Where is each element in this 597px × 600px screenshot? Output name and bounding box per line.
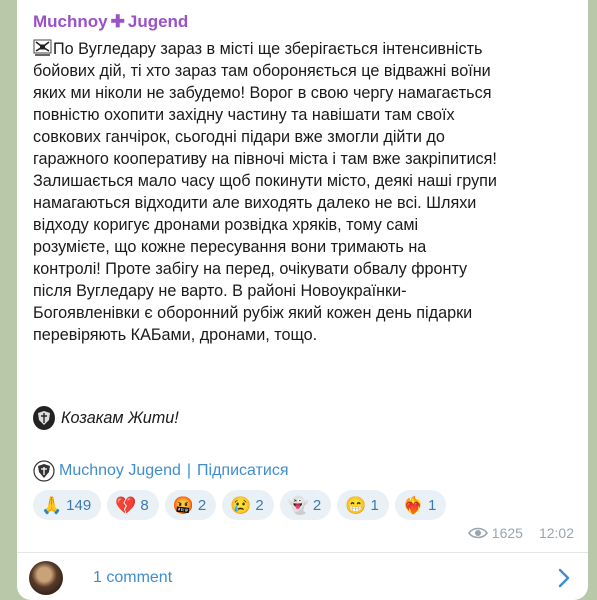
post-body: По Вугледару зараз в місті ще зберігаєть…	[33, 38, 573, 346]
reaction-grin[interactable]: 😁 1	[337, 490, 389, 520]
post-text: По Вугледару зараз в місті ще зберігаєть…	[33, 40, 497, 344]
reaction-pray[interactable]: 🙏 149	[33, 490, 102, 520]
commenter-avatar	[29, 561, 63, 595]
reaction-count: 2	[255, 496, 264, 514]
broken-heart-icon: 💔	[115, 495, 137, 515]
channel-link-row: Muchnoy Jugend | Підписатися	[33, 460, 288, 482]
reactions-bar: 🙏 149 💔 8 🤬 2 😢 2 👻 2 😁 1 ❤️‍🔥 1	[33, 490, 447, 520]
shield-emblem-icon	[33, 406, 55, 430]
plus-icon: ✚	[110, 12, 125, 31]
reaction-count: 8	[140, 496, 149, 514]
angry-face-icon: 🤬	[172, 495, 194, 515]
comments-button[interactable]: 1 comment	[17, 556, 588, 600]
reaction-count: 1	[427, 496, 437, 514]
reaction-count: 2	[197, 496, 207, 514]
chevron-right-icon	[558, 568, 570, 593]
crying-face-icon: 😢	[230, 495, 252, 515]
channel-name-header[interactable]: Muchnoy ✚ Jugend	[33, 12, 188, 32]
channel-name-suffix[interactable]: Jugend	[128, 12, 188, 31]
post-time: 12:02	[538, 525, 574, 541]
post-meta: 1625 12:02	[467, 525, 574, 541]
reaction-heart-fire[interactable]: ❤️‍🔥 1	[394, 490, 447, 520]
channel-post: Muchnoy ✚ Jugend По Вугледару зараз в міст…	[17, 0, 588, 600]
link-separator: |	[186, 462, 192, 479]
reaction-broken-heart[interactable]: 💔 8	[107, 490, 159, 520]
eye-icon	[467, 526, 488, 540]
channel-logo-icon	[33, 460, 55, 482]
reaction-count: 149	[66, 496, 92, 514]
subscribe-link[interactable]: Підписатися	[197, 462, 288, 480]
reaction-ghost[interactable]: 👻 2	[279, 490, 332, 520]
heart-on-fire-icon: ❤️‍🔥	[402, 495, 424, 515]
signoff-text: Козакам Жити!	[61, 408, 179, 427]
reaction-count: 1	[370, 496, 379, 514]
signoff-line: Козакам Жити!	[33, 406, 179, 430]
reaction-angry[interactable]: 🤬 2	[164, 490, 217, 520]
view-count: 1625	[491, 525, 523, 541]
reaction-count: 2	[312, 496, 322, 514]
ghost-icon: 👻	[287, 495, 309, 515]
reaction-crying[interactable]: 😢 2	[222, 490, 274, 520]
pray-icon: 🙏	[41, 495, 63, 515]
emblem-icon	[33, 39, 52, 57]
grin-face-icon: 😁	[345, 495, 367, 515]
comments-label[interactable]: 1 comment	[93, 569, 172, 587]
comments-divider	[17, 552, 588, 553]
channel-name[interactable]: Muchnoy	[33, 12, 108, 31]
channel-link[interactable]: Muchnoy Jugend	[59, 462, 181, 480]
